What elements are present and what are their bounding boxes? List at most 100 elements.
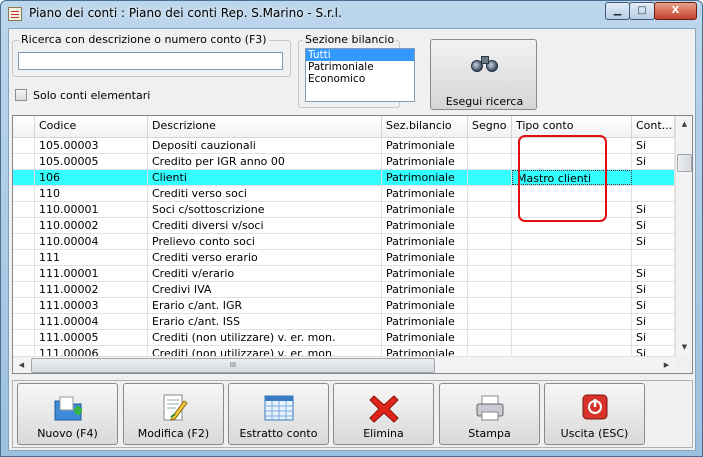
cell-cont[interactable]: Si [632,218,675,233]
elimina-button[interactable]: Elimina [333,383,434,445]
cell-segno[interactable] [468,202,512,217]
cell-sez[interactable]: Patrimoniale [382,314,468,329]
row-selector[interactable] [13,218,35,233]
section-option[interactable]: Economico [306,73,414,85]
cell-desc[interactable]: Depositi cauzionali [148,138,382,153]
table-row[interactable]: 111.00003 Erario c/ant. IGR Patrimoniale Si [13,298,675,314]
scroll-right-icon[interactable]: ▶ [658,357,675,373]
cell-desc[interactable]: Credivi IVA [148,282,382,297]
cell-code[interactable]: 105.00005 [35,154,148,169]
scroll-left-icon[interactable]: ◀ [13,357,30,373]
cell-sez[interactable]: Patrimoniale [382,298,468,313]
elementary-checkbox-row[interactable]: Solo conti elementari [15,88,150,102]
cell-code[interactable]: 111.00002 [35,282,148,297]
cell-cont[interactable] [632,250,675,265]
search-input[interactable] [18,52,283,70]
row-selector[interactable] [13,234,35,249]
table-row[interactable]: 111.00001 Crediti v/erario Patrimoniale Si [13,266,675,282]
row-selector[interactable] [13,314,35,329]
title-bar[interactable]: Piano dei conti : Piano dei conti Rep. S… [1,1,702,27]
table-row[interactable]: 111.00005 Crediti (non utilizzare) v. er.… [13,330,675,346]
cell-sez[interactable]: Patrimoniale [382,234,468,249]
minimize-button[interactable]: ▁ [605,2,630,20]
row-selector[interactable] [13,154,35,169]
cell-desc[interactable]: Crediti diversi v/soci [148,218,382,233]
column-header[interactable]: Sez.bilancio [382,116,468,138]
vertical-scroll-thumb[interactable] [677,154,692,172]
cell-desc[interactable]: Crediti verso soci [148,186,382,201]
cell-code[interactable]: 111.00005 [35,330,148,345]
maximize-button[interactable]: □ [629,2,655,20]
cell-code[interactable]: 111 [35,250,148,265]
scroll-down-icon[interactable]: ▼ [676,339,692,356]
cell-sez[interactable]: Patrimoniale [382,330,468,345]
cell-code[interactable]: 111.00004 [35,314,148,329]
row-selector[interactable] [13,202,35,217]
nuovo-button[interactable]: Nuovo (F4) [17,383,118,445]
cell-segno[interactable] [468,298,512,313]
cell-cont[interactable]: Si [632,138,675,153]
cell-cont[interactable]: Si [632,298,675,313]
cell-cont[interactable] [632,186,675,201]
cell-tipo[interactable] [512,234,632,249]
cell-segno[interactable] [468,170,512,185]
cell-code[interactable]: 110 [35,186,148,201]
cell-cont[interactable]: Si [632,282,675,297]
cell-code[interactable]: 106 [35,170,148,185]
cell-desc[interactable]: Soci c/sottoscrizione [148,202,382,217]
column-header[interactable]: Descrizione [148,116,382,138]
cell-tipo[interactable] [512,282,632,297]
elementary-checkbox[interactable] [15,89,27,101]
estratto-conto-button[interactable]: Estratto conto [228,383,329,445]
cell-cont[interactable]: Si [632,330,675,345]
cell-sez[interactable]: Patrimoniale [382,250,468,265]
cell-sez[interactable]: Patrimoniale [382,282,468,297]
row-selector[interactable] [13,266,35,281]
vertical-scrollbar[interactable]: ▲ ▼ [675,116,692,357]
cell-tipo[interactable] [512,266,632,281]
row-selector[interactable] [13,282,35,297]
search-button[interactable]: Esegui ricerca [430,39,537,110]
cell-sez[interactable]: Patrimoniale [382,218,468,233]
cell-tipo[interactable] [512,298,632,313]
cell-cont[interactable]: Si [632,154,675,169]
cell-segno[interactable] [468,314,512,329]
cell-segno[interactable] [468,138,512,153]
row-selector[interactable] [13,298,35,313]
column-header[interactable]: Cont... [632,116,675,138]
row-selector[interactable] [13,250,35,265]
cell-desc[interactable]: Clienti [148,170,382,185]
cell-segno[interactable] [468,282,512,297]
section-listbox[interactable]: Tutti Patrimoniale Economico [305,48,415,102]
table-row[interactable]: 111.00002 Credivi IVA Patrimoniale Si [13,282,675,298]
cell-tipo[interactable] [512,250,632,265]
horizontal-scrollbar[interactable]: ◀ III ▶ [13,356,675,373]
section-option[interactable]: Tutti [306,49,414,61]
cell-sez[interactable]: Patrimoniale [382,266,468,281]
row-selector[interactable] [13,186,35,201]
cell-segno[interactable] [468,186,512,201]
modifica-button[interactable]: Modifica (F2) [123,383,224,445]
uscita-button[interactable]: Uscita (ESC) [544,383,645,445]
cell-segno[interactable] [468,234,512,249]
cell-sez[interactable]: Patrimoniale [382,186,468,201]
cell-desc[interactable]: Erario c/ant. ISS [148,314,382,329]
column-header[interactable]: Codice [35,116,148,138]
cell-code[interactable]: 110.00004 [35,234,148,249]
cell-code[interactable]: 110.00001 [35,202,148,217]
cell-segno[interactable] [468,266,512,281]
cell-desc[interactable]: Crediti verso erario [148,250,382,265]
cell-code[interactable]: 111.00003 [35,298,148,313]
cell-segno[interactable] [468,250,512,265]
row-selector[interactable] [13,170,35,185]
row-selector[interactable] [13,138,35,153]
cell-segno[interactable] [468,218,512,233]
row-selector[interactable] [13,330,35,345]
section-option[interactable]: Patrimoniale [306,61,414,73]
cell-desc[interactable]: Credito per IGR anno 00 [148,154,382,169]
cell-sez[interactable]: Patrimoniale [382,138,468,153]
cell-code[interactable]: 110.00002 [35,218,148,233]
scroll-up-icon[interactable]: ▲ [676,116,692,133]
cell-sez[interactable]: Patrimoniale [382,170,468,185]
table-row[interactable]: 111 Crediti verso erario Patrimoniale [13,250,675,266]
